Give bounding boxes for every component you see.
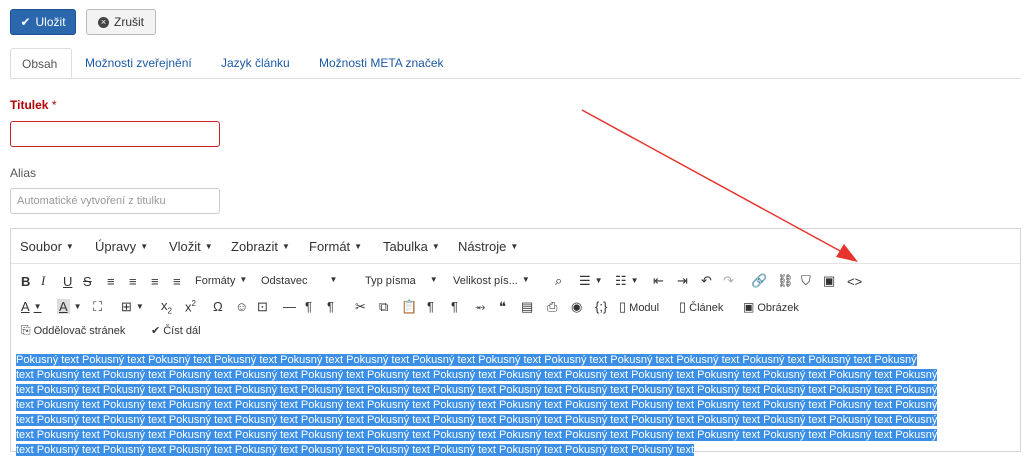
annotation-arrow — [581, 109, 858, 262]
annotation-arrow-line — [581, 109, 843, 253]
annotation-arrow-head — [836, 244, 858, 262]
